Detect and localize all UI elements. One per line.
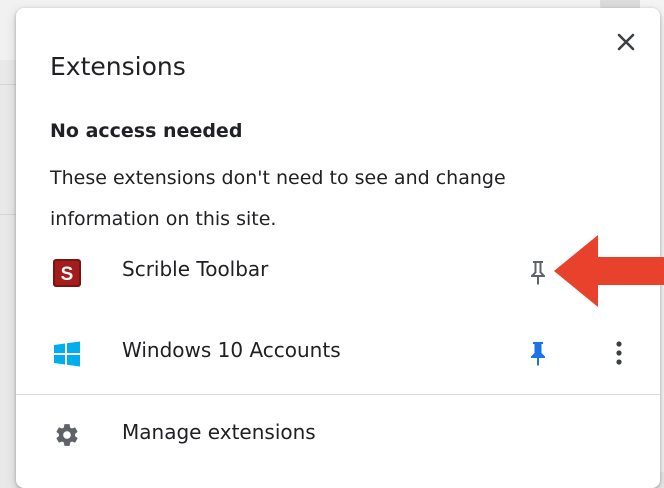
pin-filled-icon: [531, 342, 545, 366]
popup-divider: [16, 394, 660, 395]
extension-name: Scrible Toolbar: [122, 257, 269, 281]
close-icon: [617, 33, 635, 51]
more-vert-icon: [616, 341, 622, 365]
extension-name: Windows 10 Accounts: [122, 338, 341, 362]
popup-title: Extensions: [50, 52, 186, 81]
extension-row-windows-10-accounts[interactable]: Windows 10 Accounts: [16, 321, 660, 385]
windows-logo-icon: [54, 341, 80, 367]
more-options-button[interactable]: [603, 335, 635, 371]
manage-extensions-button[interactable]: Manage extensions: [16, 404, 660, 464]
annotation-arrow-icon: [554, 235, 664, 307]
section-description: These extensions don't need to see and c…: [50, 167, 506, 230]
close-button[interactable]: [610, 26, 642, 58]
scrible-logo-icon: S: [53, 259, 81, 287]
gear-icon: [56, 424, 78, 446]
pin-button[interactable]: [522, 335, 554, 371]
section-heading: No access needed: [50, 120, 243, 142]
manage-extensions-label: Manage extensions: [122, 420, 316, 444]
pin-outline-icon: [531, 261, 545, 285]
scrible-logo-letter: S: [61, 264, 74, 285]
